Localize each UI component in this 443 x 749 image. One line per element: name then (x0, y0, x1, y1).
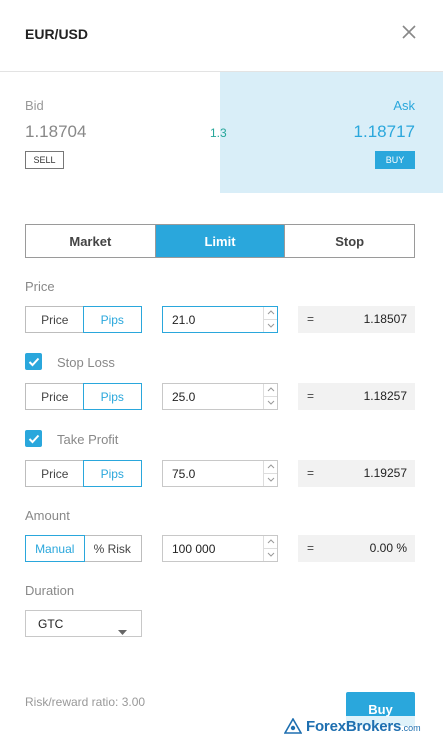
bid-panel[interactable]: Bid 1.18704 SELL (0, 72, 220, 193)
chevron-down-icon[interactable] (264, 397, 277, 410)
watermark-suffix: .com (401, 723, 421, 733)
chevron-down-icon[interactable] (264, 474, 277, 487)
sell-button[interactable]: SELL (25, 151, 64, 169)
equals-sign: = (307, 466, 315, 480)
duration-section-label: Duration (25, 583, 75, 598)
chevron-up-icon[interactable] (264, 384, 277, 397)
amount-section-label: Amount (25, 508, 70, 523)
forexbrokers-watermark: ForexBrokers .com (281, 716, 424, 736)
stop-loss-value: 25.0 (172, 390, 196, 404)
stop-loss-label: Stop Loss (57, 355, 115, 370)
price-result-value: 1.18507 (363, 312, 407, 326)
price-result: = 1.18507 (298, 306, 415, 333)
bid-label: Bid (25, 98, 44, 113)
price-mode-pips[interactable]: Pips (82, 306, 142, 333)
chevron-up-icon[interactable] (264, 536, 277, 549)
stop-loss-stepper (263, 384, 277, 409)
ask-panel[interactable]: Ask 1.18717 BUY (220, 72, 443, 193)
equals-sign: = (307, 312, 315, 326)
equals-sign: = (307, 541, 315, 555)
take-profit-checkbox[interactable] (25, 430, 42, 447)
chevron-up-icon[interactable] (264, 307, 277, 320)
stop-loss-mode-toggle: Price Pips (25, 383, 142, 410)
amount-stepper (263, 536, 277, 561)
take-profit-stepper (263, 461, 277, 486)
spread-value: 1.3 (210, 126, 227, 140)
take-profit-result-value: 1.19257 (363, 466, 407, 480)
dialog-header: EUR/USD (0, 0, 443, 72)
amount-value: 100 000 (172, 542, 216, 556)
stop-loss-mode-pips[interactable]: Pips (82, 383, 142, 410)
tab-market[interactable]: Market (26, 225, 155, 257)
watermark-brand: ForexBrokers (306, 717, 402, 735)
quote-panel: Bid 1.18704 SELL Ask 1.18717 BUY 1.3 (0, 72, 443, 193)
stop-loss-input[interactable]: 25.0 (162, 383, 278, 410)
buy-quote-button[interactable]: BUY (375, 151, 415, 169)
ask-label: Ask (393, 98, 415, 113)
chevron-up-icon[interactable] (264, 461, 277, 474)
risk-reward-ratio: Risk/reward ratio: 3.00 (25, 695, 146, 709)
order-type-tabs: Market Limit Stop (25, 224, 415, 258)
take-profit-value: 75.0 (172, 467, 196, 481)
price-mode-toggle: Price Pips (25, 306, 142, 333)
duration-value: GTC (38, 617, 64, 631)
take-profit-mode-pips[interactable]: Pips (82, 460, 142, 487)
price-stepper (263, 307, 277, 332)
stop-loss-result-value: 1.18257 (363, 389, 407, 403)
tab-stop[interactable]: Stop (284, 225, 414, 257)
amount-mode-risk[interactable]: % Risk (84, 536, 142, 561)
take-profit-result: = 1.19257 (298, 460, 415, 487)
instrument-title: EUR/USD (25, 26, 89, 42)
price-pips-input[interactable]: 21.0 (162, 306, 278, 333)
chevron-down-icon[interactable] (264, 549, 277, 562)
take-profit-mode-price[interactable]: Price (26, 461, 84, 486)
close-icon[interactable] (401, 24, 417, 40)
amount-input[interactable]: 100 000 (162, 535, 278, 562)
price-pips-value: 21.0 (172, 313, 196, 327)
stop-loss-mode-price[interactable]: Price (26, 384, 84, 409)
take-profit-input[interactable]: 75.0 (162, 460, 278, 487)
bid-price: 1.18704 (25, 122, 87, 141)
forexbrokers-logo-icon (284, 718, 302, 734)
tab-limit[interactable]: Limit (154, 225, 285, 257)
amount-result: = 0.00 % (298, 535, 415, 562)
duration-select[interactable]: GTC (25, 610, 142, 637)
equals-sign: = (307, 389, 315, 403)
chevron-down-icon[interactable] (264, 320, 277, 333)
take-profit-mode-toggle: Price Pips (25, 460, 142, 487)
caret-down-icon (118, 622, 127, 640)
ask-price: 1.18717 (353, 122, 415, 141)
amount-mode-manual[interactable]: Manual (25, 535, 85, 562)
amount-result-value: 0.00 % (369, 541, 407, 555)
price-mode-price[interactable]: Price (26, 307, 84, 332)
stop-loss-result: = 1.18257 (298, 383, 415, 410)
stop-loss-checkbox[interactable] (25, 353, 42, 370)
price-section-label: Price (25, 279, 55, 294)
amount-mode-toggle: Manual % Risk (25, 535, 142, 562)
take-profit-label: Take Profit (57, 432, 119, 447)
